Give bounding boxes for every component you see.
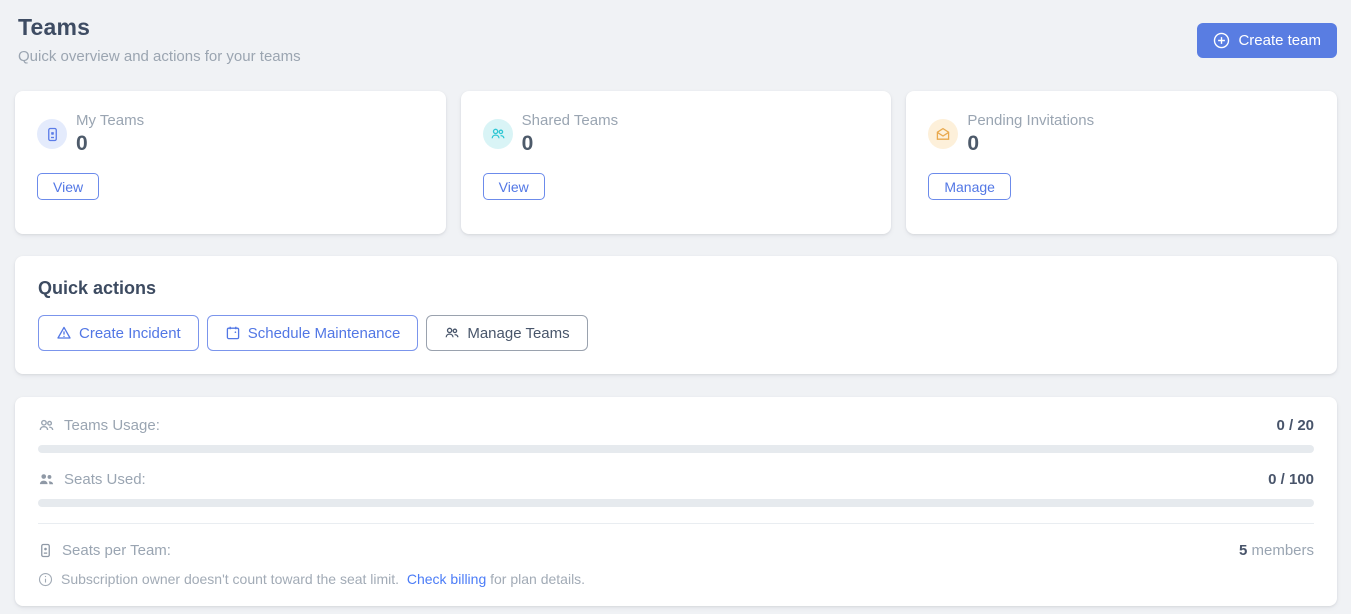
page-header: Teams Quick overview and actions for you… [15,14,1337,65]
stat-value: 0 [76,132,144,156]
teams-usage-group: Teams Usage: 0 / 20 [38,417,1314,453]
seats-used-value: 0 / 100 [1268,471,1314,488]
teams-usage-progressbar [38,445,1314,453]
seats-used-group: Seats Used: 0 / 100 [38,471,1314,507]
shared-teams-view-button[interactable]: View [483,173,545,200]
info-icon [38,572,53,587]
create-incident-label: Create Incident [79,325,181,342]
seats-used-progressbar [38,499,1314,507]
page-title: Teams [18,14,301,41]
users-icon [483,119,513,149]
schedule-maintenance-button[interactable]: Schedule Maintenance [207,315,419,351]
shared-teams-card: Shared Teams 0 View [461,91,892,234]
teams-usage-value: 0 / 20 [1276,417,1314,434]
manage-teams-button[interactable]: Manage Teams [426,315,587,351]
pending-invitations-manage-button[interactable]: Manage [928,173,1011,200]
badge-icon [38,543,53,558]
create-team-label: Create team [1238,32,1321,49]
seats-per-team-label: Seats per Team: [62,542,171,559]
seats-per-team-value: 5 members [1239,542,1314,559]
users-filled-icon [38,471,55,488]
seats-used-label: Seats Used: [64,471,146,488]
stat-label: My Teams [76,112,144,129]
create-incident-button[interactable]: Create Incident [38,315,199,351]
users-outline-icon [38,417,55,434]
stats-row: My Teams 0 View Shared Teams [15,91,1337,234]
note-text: Subscription owner doesn't count toward … [61,571,399,587]
page-subtitle: Quick overview and actions for your team… [18,48,301,65]
users-icon [444,325,460,341]
manage-teams-label: Manage Teams [467,325,569,342]
pending-invitations-card: Pending Invitations 0 Manage [906,91,1337,234]
quick-actions-card: Quick actions Create Incident [15,256,1337,374]
my-teams-view-button[interactable]: View [37,173,99,200]
teams-usage-label: Teams Usage: [64,417,160,434]
stat-label: Shared Teams [522,112,618,129]
badge-icon [37,119,67,149]
quick-actions-buttons: Create Incident Schedule Maintenance [38,315,1314,351]
page-header-text: Teams Quick overview and actions for you… [18,14,301,65]
plus-circle-icon [1213,32,1230,49]
create-team-button[interactable]: Create team [1197,23,1337,58]
warning-icon [56,325,72,341]
stat-value: 0 [522,132,618,156]
teams-page: Teams Quick overview and actions for you… [0,0,1351,606]
seat-limit-note: Subscription owner doesn't count toward … [38,571,1314,587]
my-teams-card: My Teams 0 View [15,91,446,234]
usage-card: Teams Usage: 0 / 20 [15,397,1337,606]
envelope-icon [928,119,958,149]
stat-value: 0 [967,132,1094,156]
check-billing-link[interactable]: Check billing [407,571,486,587]
usage-divider [38,523,1314,524]
stat-label: Pending Invitations [967,112,1094,129]
schedule-maintenance-label: Schedule Maintenance [248,325,401,342]
quick-actions-heading: Quick actions [38,278,1314,299]
calendar-icon [225,325,241,341]
seats-per-team-row: Seats per Team: 5 members [38,542,1314,559]
note-suffix: for plan details. [486,571,585,587]
